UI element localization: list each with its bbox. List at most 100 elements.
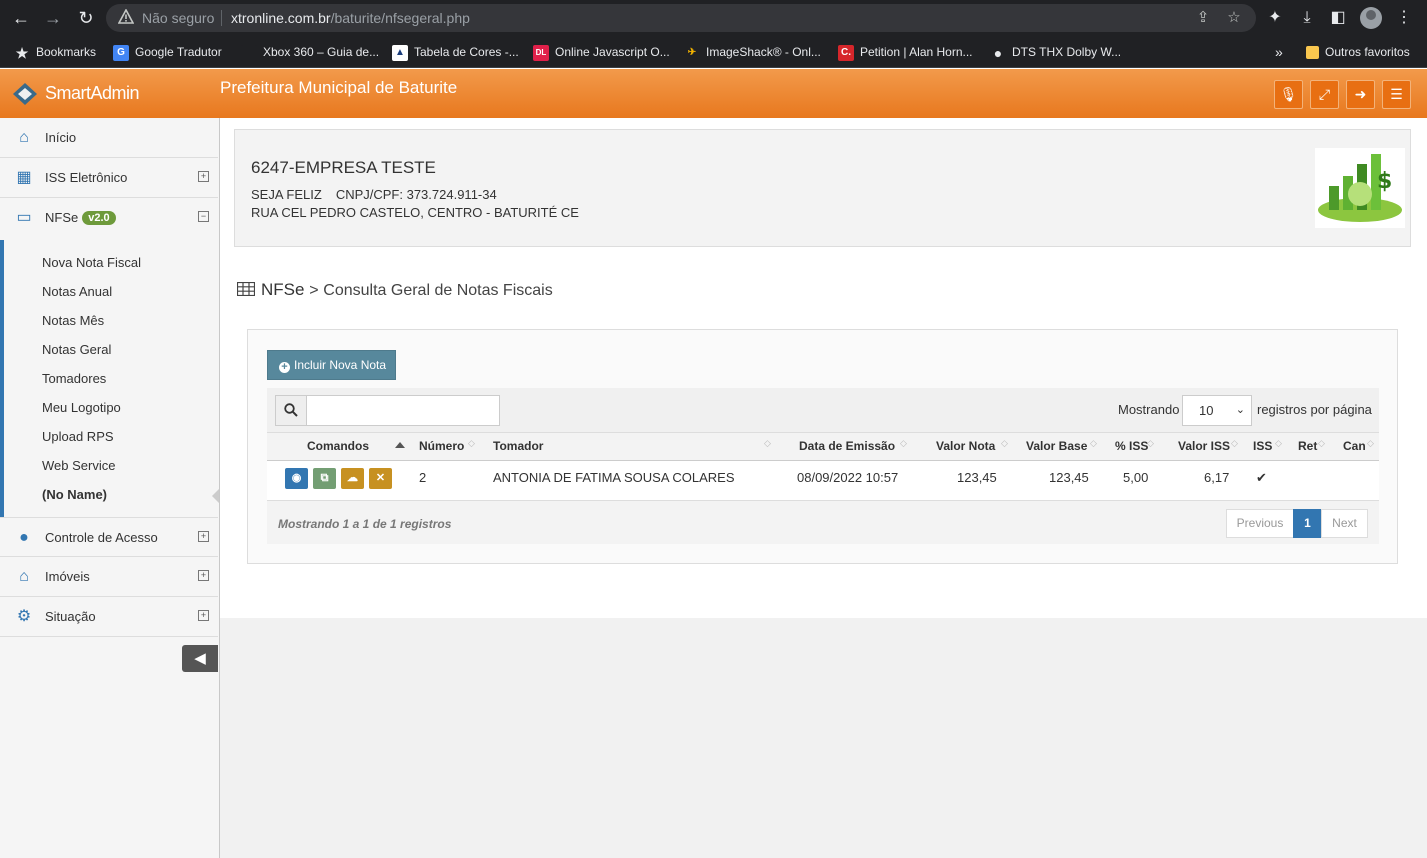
column-header-numero[interactable]: Número <box>419 439 464 453</box>
app-header: SmartAdmin Prefeitura Municipal de Batur… <box>0 69 1427 118</box>
sidebar-item-upload-rps[interactable]: Upload RPS <box>42 429 114 444</box>
table-footer: Mostrando 1 a 1 de 1 registros Previous … <box>267 501 1379 544</box>
sidebar-item-no-name[interactable]: (No Name) <box>42 487 107 502</box>
per-page-label: registros por página <box>1257 402 1372 417</box>
other-bookmarks[interactable]: Outros favoritos <box>1306 42 1410 62</box>
expand-icon[interactable]: + <box>198 610 209 621</box>
bookmark-item[interactable]: ● DTS THX Dolby W... <box>990 42 1121 62</box>
notes-widget: + Incluir Nova Nota Mostrando 10 ⌄ registr… <box>247 329 1398 564</box>
expand-icon[interactable]: + <box>198 531 209 542</box>
expand-icon[interactable]: + <box>198 171 209 182</box>
version-badge: v2.0 <box>82 211 116 225</box>
profile-avatar[interactable] <box>1360 7 1382 29</box>
copy-button[interactable]: ⧉ <box>313 468 336 489</box>
bookmarks-overflow[interactable]: » <box>1275 42 1283 62</box>
company-logo-image: $ <box>1315 148 1405 228</box>
bookmark-item[interactable]: DL Online Javascript O... <box>533 42 670 62</box>
column-header-ret[interactable]: Ret <box>1298 439 1317 453</box>
company-address: RUA CEL PEDRO CASTELO, CENTRO - BATURITÉ… <box>251 205 579 220</box>
sort-icon: ◇ <box>1318 438 1325 448</box>
column-header-pct-iss[interactable]: % ISS <box>1115 439 1148 453</box>
petition-icon: C. <box>838 44 854 61</box>
bookmark-item[interactable]: Xbox 360 – Guia de... <box>241 42 379 62</box>
column-header-valor-nota[interactable]: Valor Nota <box>936 439 995 453</box>
bookmark-item[interactable]: ✈ ImageShack® - Onl... <box>684 42 821 62</box>
reload-icon[interactable]: ↻ <box>74 6 98 30</box>
column-header-valor-iss[interactable]: Valor ISS <box>1178 439 1230 453</box>
column-header-data-emissao[interactable]: Data de Emissão <box>799 439 895 453</box>
sidebar: ⌂ Início ▦ ISS Eletrônico + ▭ NFSe v2.0 −… <box>0 118 220 858</box>
sidebar-collapse-button[interactable]: ◀ <box>182 645 218 672</box>
bookmark-item[interactable]: ▲ Tabela de Cores -... <box>392 42 519 62</box>
cancel-note-button[interactable]: ✕ <box>369 468 392 489</box>
menu-toggle-button[interactable]: ☰ <box>1382 80 1411 109</box>
cell-tomador: ANTONIA DE FATIMA SOUSA COLARES <box>493 470 735 485</box>
page-size-select[interactable]: 10 ⌄ <box>1182 395 1252 426</box>
column-header-can[interactable]: Can <box>1343 439 1366 453</box>
bookmark-item[interactable]: C. Petition | Alan Horn... <box>838 42 973 62</box>
globe-icon: ● <box>993 44 1003 61</box>
heading-main: NFSe <box>261 280 305 299</box>
sidebar-item-notas-mes[interactable]: Notas Mês <box>42 313 104 328</box>
url-text[interactable]: xtronline.com.br/baturite/nfsegeral.php <box>231 10 470 26</box>
sidebar-item-label: Situação <box>45 609 96 624</box>
company-name: 6247-EMPRESA TESTE <box>251 158 436 177</box>
bookmark-item[interactable]: ★ Bookmarks <box>14 42 96 62</box>
back-icon[interactable]: ← <box>9 6 33 30</box>
fullscreen-button[interactable]: ⤢ <box>1310 80 1339 109</box>
sidebar-item-situacao[interactable]: ⚙ Situação + <box>0 597 218 637</box>
star-icon[interactable]: ☆ <box>1224 8 1244 28</box>
menu-dots-icon[interactable]: ⋮ <box>1393 7 1415 29</box>
sidebar-item-meu-logotipo[interactable]: Meu Logotipo <box>42 400 121 415</box>
sort-icon: ◇ <box>1090 438 1097 448</box>
sidebar-item-web-service[interactable]: Web Service <box>42 458 115 473</box>
sort-icon: ◇ <box>1001 438 1008 448</box>
sidebar-item-imoveis[interactable]: ⌂ Imóveis + <box>0 557 218 597</box>
expand-icon[interactable]: + <box>198 570 209 581</box>
svg-text:$: $ <box>1377 169 1392 194</box>
microphone-button[interactable]: 🎙 <box>1274 80 1303 109</box>
browser-toolbar: ← → ↻ Não seguro xtronline.com.br/baturi… <box>0 0 1427 36</box>
view-button[interactable]: ◉ <box>285 468 308 489</box>
bookmark-label: Xbox 360 – Guia de... <box>263 45 380 59</box>
table-row: ◉ ⧉ ☁ ✕ 2 ANTONIA DE FATIMA SOUSA COLARE… <box>267 461 1379 501</box>
column-header-comandos[interactable]: Comandos <box>307 439 369 453</box>
page-size-value: 10 <box>1199 403 1214 418</box>
extensions-icon[interactable]: ✦ <box>1264 7 1286 29</box>
add-note-button[interactable]: + Incluir Nova Nota <box>267 350 396 380</box>
bookmark-item[interactable]: G Google Tradutor <box>113 42 222 62</box>
sidebar-item-nfse[interactable]: ▭ NFSe v2.0 − <box>0 198 218 240</box>
sidebar-item-label: Início <box>45 130 77 145</box>
sidebar-item-iss-eletronico[interactable]: ▦ ISS Eletrônico + <box>0 158 218 198</box>
address-bar[interactable]: Não seguro xtronline.com.br/baturite/nfs… <box>106 4 1256 32</box>
dl-icon: DL <box>533 44 549 61</box>
table-icon <box>237 282 255 296</box>
collapse-icon[interactable]: − <box>198 211 209 222</box>
sidebar-item-notas-anual[interactable]: Notas Anual <box>42 284 112 299</box>
download-icon[interactable]: ⤓ <box>1296 7 1318 29</box>
page-1-button[interactable]: 1 <box>1293 509 1322 538</box>
sidebar-item-notas-geral[interactable]: Notas Geral <box>42 342 111 357</box>
sort-icon: ◇ <box>764 438 771 448</box>
column-header-tomador[interactable]: Tomador <box>493 439 543 453</box>
download-xml-button[interactable]: ☁ <box>341 468 364 489</box>
column-header-valor-base[interactable]: Valor Base <box>1026 439 1087 453</box>
sidebar-item-controle-acesso[interactable]: ● Controle de Acesso + <box>0 517 218 557</box>
next-page-button[interactable]: Next <box>1321 509 1368 538</box>
previous-page-button[interactable]: Previous <box>1226 509 1294 538</box>
column-header-iss[interactable]: ISS <box>1253 439 1272 453</box>
search-input[interactable] <box>306 395 500 426</box>
fullscreen-icon: ⤢ <box>1318 86 1331 102</box>
logout-button[interactable]: ➜ <box>1346 80 1375 109</box>
share-icon[interactable]: ⇪ <box>1193 8 1213 28</box>
google-translate-icon: G <box>113 44 129 61</box>
sidebar-item-tomadores[interactable]: Tomadores <box>42 371 106 386</box>
side-panel-icon[interactable]: ◧ <box>1327 7 1349 29</box>
sort-icon: ◇ <box>1367 438 1374 448</box>
home-icon: ⌂ <box>19 568 29 585</box>
forward-icon[interactable]: → <box>41 6 65 30</box>
table-icon: ▦ <box>16 169 32 186</box>
sidebar-item-nova-nota-fiscal[interactable]: Nova Nota Fiscal <box>42 255 141 270</box>
cell-numero: 2 <box>419 470 427 485</box>
sidebar-item-inicio[interactable]: ⌂ Início <box>0 118 218 158</box>
